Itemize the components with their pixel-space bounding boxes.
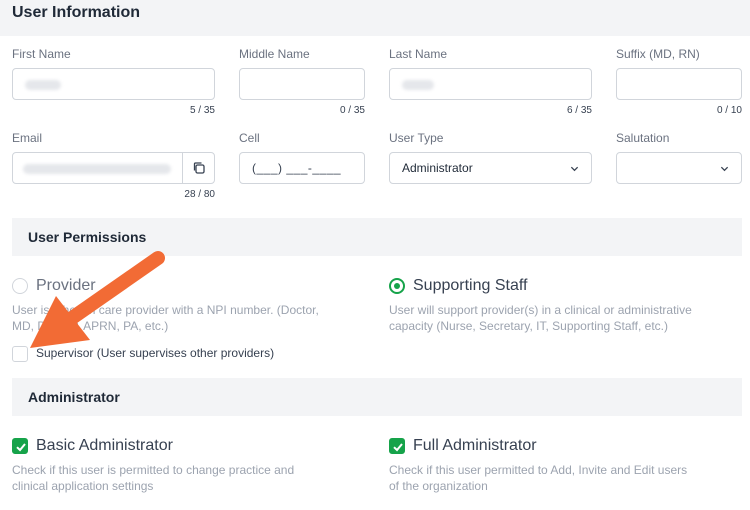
salutation-select[interactable] — [616, 152, 742, 184]
check-icon — [16, 443, 26, 452]
copy-icon — [193, 162, 205, 174]
section-header: User Information — [0, 0, 750, 36]
provider-desc-line2: MD, DO, NP, APRN, PA, etc.) — [12, 319, 169, 333]
basic-admin-desc-line1: Check if this user is permitted to chang… — [12, 463, 295, 477]
permissions-header: User Permissions — [12, 218, 742, 256]
copy-button[interactable] — [182, 153, 214, 183]
middle-name-counter: 0 / 35 — [339, 105, 365, 116]
suffix-label: Suffix (MD, RN) — [616, 47, 700, 61]
basic-administrator-description: Check if this user is permitted to chang… — [12, 462, 294, 494]
supporting-staff-description: User will support provider(s) in a clini… — [389, 302, 692, 334]
full-administrator-checkbox[interactable] — [389, 438, 405, 454]
first-name-input[interactable] — [12, 68, 215, 100]
supporting-staff-desc-line2: capacity (Nurse, Secretary, IT, Supporti… — [389, 319, 669, 333]
redacted-text — [402, 80, 434, 90]
user-type-select[interactable]: Administrator — [389, 152, 592, 184]
basic-administrator-label: Basic Administrator — [36, 437, 173, 454]
salutation-label: Salutation — [616, 131, 670, 145]
administrator-header: Administrator — [12, 378, 742, 416]
email-input[interactable] — [12, 152, 215, 184]
full-administrator-description: Check if this user permitted to Add, Inv… — [389, 462, 687, 494]
provider-radio[interactable] — [12, 278, 28, 294]
provider-description: User is a health care provider with a NP… — [12, 302, 319, 334]
supporting-staff-desc-line1: User will support provider(s) in a clini… — [389, 303, 692, 317]
basic-admin-desc-line2: clinical application settings — [12, 479, 154, 493]
chevron-down-icon — [720, 166, 729, 172]
provider-label: Provider — [36, 277, 96, 294]
middle-name-label: Middle Name — [239, 47, 310, 61]
user-type-label: User Type — [389, 131, 444, 145]
check-icon — [393, 443, 403, 452]
provider-desc-line1: User is a health care provider with a NP… — [12, 303, 319, 317]
supervisor-checkbox[interactable] — [12, 346, 28, 362]
full-admin-desc-line1: Check if this user permitted to Add, Inv… — [389, 463, 688, 477]
supervisor-label: Supervisor (User supervises other provid… — [36, 346, 275, 360]
supporting-staff-radio[interactable] — [389, 278, 405, 294]
administrator-title: Administrator — [28, 389, 120, 405]
section-title: User Information — [12, 4, 141, 21]
first-name-counter: 5 / 35 — [189, 105, 215, 116]
cell-input[interactable]: (___) ___-____ — [239, 152, 365, 184]
redacted-text — [23, 164, 171, 174]
full-admin-desc-line2: of the organization — [389, 479, 488, 493]
cell-mask: (___) ___-____ — [252, 161, 342, 175]
user-type-value: Administrator — [402, 161, 473, 175]
permissions-title: User Permissions — [28, 229, 147, 245]
suffix-input[interactable] — [616, 68, 742, 100]
first-name-label: First Name — [12, 47, 71, 61]
suffix-counter: 0 / 10 — [716, 105, 742, 116]
email-label: Email — [12, 131, 43, 145]
middle-name-input[interactable] — [239, 68, 365, 100]
cell-label: Cell — [239, 131, 260, 145]
email-counter: 28 / 80 — [184, 189, 215, 200]
basic-administrator-checkbox[interactable] — [12, 438, 28, 454]
full-administrator-label: Full Administrator — [413, 437, 537, 454]
last-name-input[interactable] — [389, 68, 592, 100]
chevron-down-icon — [570, 166, 579, 172]
redacted-text — [25, 80, 61, 90]
last-name-label: Last Name — [389, 47, 448, 61]
last-name-counter: 6 / 35 — [566, 105, 592, 116]
supporting-staff-label: Supporting Staff — [413, 277, 528, 294]
